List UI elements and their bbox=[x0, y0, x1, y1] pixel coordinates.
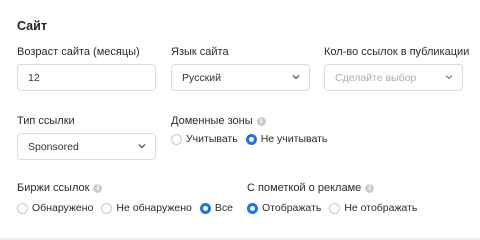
info-icon[interactable]: i bbox=[93, 183, 103, 193]
chevron-down-icon bbox=[445, 73, 453, 81]
exchanges-label-text: Биржи ссылок bbox=[17, 182, 90, 194]
info-icon[interactable]: i bbox=[256, 116, 266, 126]
ad-mark-option-show[interactable]: Отображать bbox=[247, 202, 321, 214]
radio-unchecked[interactable] bbox=[101, 202, 113, 214]
site-age-value: 12 bbox=[28, 71, 40, 84]
section-title: Сайт bbox=[17, 19, 47, 33]
site-language-label-text: Язык сайта bbox=[171, 46, 229, 58]
ad-mark-radio-group: Отображать Не отображать bbox=[247, 202, 425, 214]
info-icon[interactable]: i bbox=[365, 183, 375, 193]
ad-mark-label-text: С пометкой о рекламе bbox=[247, 182, 362, 194]
domain-zones-radio-group: Учитывать Не учитывать bbox=[171, 133, 335, 145]
link-type-label: Тип ссылки bbox=[17, 115, 75, 127]
site-language-value: Русский bbox=[182, 71, 221, 84]
link-type-value: Sponsored bbox=[28, 140, 79, 153]
links-count-label: Кол-во ссылок в публикации bbox=[324, 46, 469, 58]
radio-checked[interactable] bbox=[247, 202, 258, 214]
domain-zones-option-ignore[interactable]: Не учитывать bbox=[245, 133, 328, 145]
site-age-label: Возраст сайта (месяцы) bbox=[17, 46, 140, 58]
site-filters-panel: Сайт Возраст сайта (месяцы) 12 Язык сайт… bbox=[0, 0, 480, 240]
radio-label: Обнаружено bbox=[32, 202, 94, 214]
radio-unchecked[interactable] bbox=[171, 133, 182, 145]
domain-zones-option-consider[interactable]: Учитывать bbox=[171, 133, 238, 145]
domain-zones-label: Доменные зоны i bbox=[171, 115, 266, 127]
site-age-label-text: Возраст сайта (месяцы) bbox=[17, 46, 140, 58]
link-type-label-text: Тип ссылки bbox=[17, 115, 75, 127]
links-count-select[interactable]: Сделайте выбор bbox=[324, 64, 463, 91]
radio-unchecked[interactable] bbox=[17, 202, 28, 214]
chevron-down-icon bbox=[138, 142, 146, 150]
site-language-label: Язык сайта bbox=[171, 46, 229, 58]
radio-checked[interactable] bbox=[245, 133, 257, 145]
radio-label: Не учитывать bbox=[260, 133, 328, 145]
chevron-down-icon bbox=[292, 73, 300, 81]
radio-label: Не отображать bbox=[344, 202, 418, 214]
radio-label: Все bbox=[214, 202, 233, 214]
exchanges-radio-group: Обнаружено Не обнаружено Все bbox=[17, 202, 241, 214]
links-count-placeholder: Сделайте выбор bbox=[335, 71, 417, 84]
links-count-label-text: Кол-во ссылок в публикации bbox=[324, 46, 470, 58]
radio-checked[interactable] bbox=[199, 202, 211, 214]
radio-label: Учитывать bbox=[186, 133, 238, 145]
exchanges-option-found[interactable]: Обнаружено bbox=[17, 202, 93, 214]
radio-unchecked[interactable] bbox=[329, 202, 341, 214]
link-type-select[interactable]: Sponsored bbox=[17, 133, 156, 160]
radio-label: Не обнаружено bbox=[116, 202, 192, 214]
site-age-input[interactable]: 12 bbox=[17, 64, 156, 91]
domain-zones-label-text: Доменные зоны bbox=[171, 115, 253, 127]
exchanges-option-not-found[interactable]: Не обнаружено bbox=[101, 202, 192, 214]
exchanges-option-all[interactable]: Все bbox=[199, 202, 233, 214]
radio-label: Отображать bbox=[262, 202, 322, 214]
ad-mark-option-hide[interactable]: Не отображать bbox=[329, 202, 417, 214]
ad-mark-label: С пометкой о рекламе i bbox=[247, 182, 375, 194]
exchanges-label: Биржи ссылок i bbox=[17, 182, 103, 194]
site-language-select[interactable]: Русский bbox=[171, 64, 310, 91]
